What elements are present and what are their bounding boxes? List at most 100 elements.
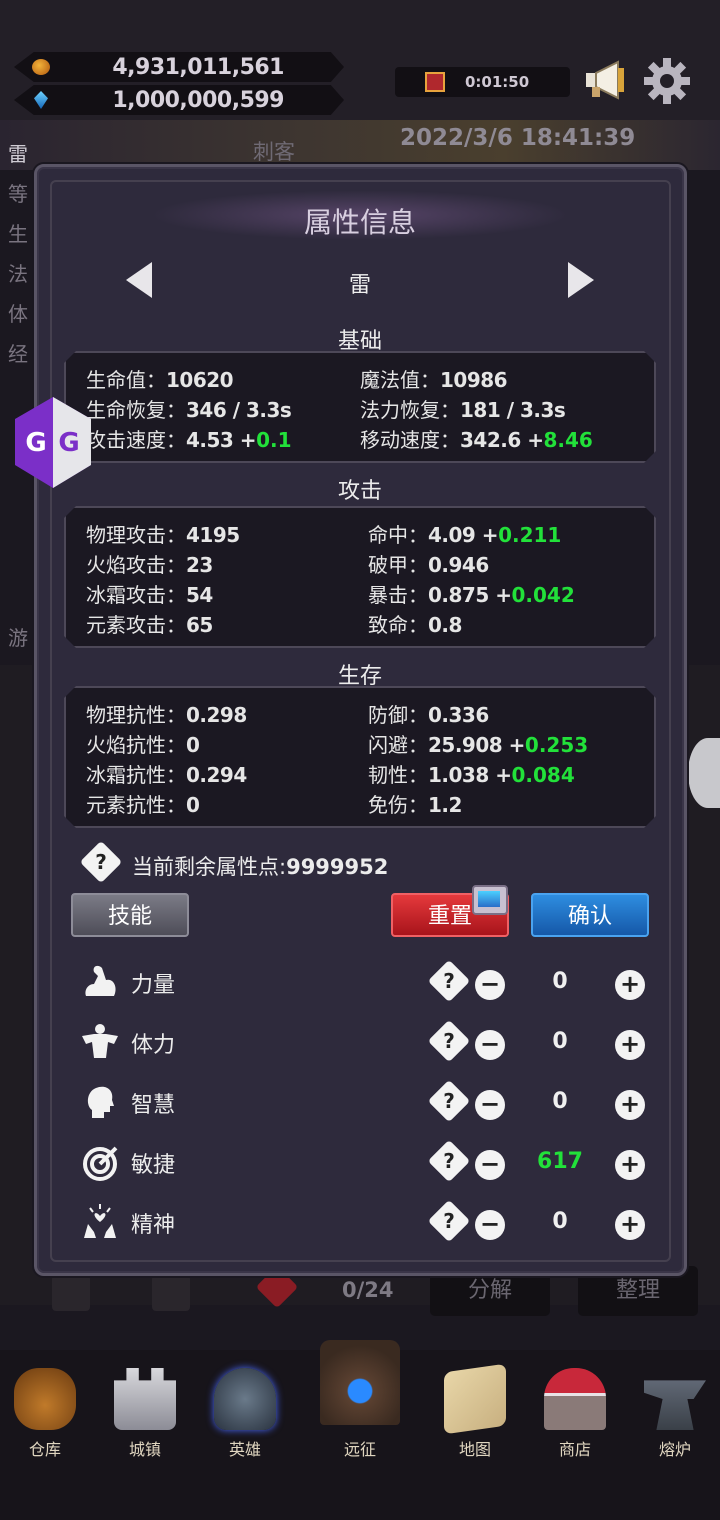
side-menu-handle[interactable] [688, 738, 720, 808]
attribute-value: 0 [552, 1029, 568, 1054]
next-hero-arrow-icon[interactable] [568, 262, 594, 298]
section-survival-title: 生存 [337, 664, 382, 689]
nav-label: 仓库 [28, 1440, 61, 1459]
decrease-button[interactable]: − [475, 1210, 505, 1240]
attribute-help-icon[interactable]: ? [427, 1139, 471, 1183]
gold-counter: 4,931,011,561 [14, 52, 344, 82]
nav-label: 熔炉 [658, 1440, 691, 1459]
attribute-value: 0 [552, 1209, 568, 1234]
confirm-button[interactable]: 确认 [531, 893, 649, 937]
nav-shop[interactable]: 商店 [530, 1368, 620, 1459]
stat-toughness: 韧性：1.038 +0.084 [368, 763, 575, 787]
stat-dodge: 闪避：25.908 +0.253 [368, 733, 589, 757]
increase-button[interactable]: + [615, 970, 645, 1000]
nav-forge[interactable]: 熔炉 [630, 1368, 720, 1459]
increase-button[interactable]: + [615, 1210, 645, 1240]
decrease-button[interactable]: − [475, 1090, 505, 1120]
section-attack-title: 攻击 [337, 479, 382, 504]
attribute-help-icon[interactable]: ? [427, 959, 471, 1003]
coin-icon [32, 59, 50, 75]
skill-button[interactable]: 技能 [71, 893, 189, 937]
stat-mp: 魔法值：10986 [360, 368, 508, 392]
stat-fire-attack: 火焰攻击：23 [86, 553, 213, 577]
svg-text:G: G [58, 428, 79, 458]
gold-amount: 4,931,011,561 [112, 55, 284, 80]
stat-crit: 暴击：0.875 +0.042 [368, 583, 575, 607]
stat-frost-attack: 冰霜攻击：54 [86, 583, 213, 607]
stat-mp-regen: 法力恢复：181 / 3.3s [360, 398, 566, 422]
stat-frost-resist: 冰霜抗性：0.294 [86, 763, 247, 787]
gg-overlay-icon[interactable]: G G [13, 395, 93, 490]
gem-counter: 1,000,000,599 [14, 85, 344, 115]
hero-class: 刺客 [253, 140, 295, 164]
attribute-row-agility: 敏捷 ? − 617 + [76, 1136, 656, 1186]
attribute-name: 体力 [131, 1033, 176, 1058]
attribute-row-stamina: 体力 ? − 0 + [76, 1016, 656, 1066]
bag-icon [14, 1368, 76, 1430]
decrease-button[interactable]: − [475, 1150, 505, 1180]
gift-icon [425, 72, 445, 92]
attribute-help-icon[interactable]: ? [427, 1199, 471, 1243]
increase-button[interactable]: + [615, 1090, 645, 1120]
stat-armor-pierce: 破甲：0.946 [368, 553, 489, 577]
nav-label: 远征 [343, 1440, 376, 1459]
attribute-name: 智慧 [131, 1093, 176, 1118]
attribute-name: 敏捷 [131, 1153, 176, 1178]
nav-hero[interactable]: 英雄 [200, 1368, 290, 1459]
inventory-slot[interactable] [152, 1275, 190, 1311]
stat-hit: 命中：4.09 +0.211 [368, 523, 562, 547]
gear-icon[interactable] [642, 56, 692, 106]
stat-attack-speed: 攻击速度：4.53 +0.1 [86, 428, 292, 452]
attribute-name: 精神 [131, 1213, 176, 1238]
stat-move-speed: 移动速度：342.6 +8.46 [360, 428, 593, 452]
remaining-points: 当前剩余属性点:9999952 [132, 855, 389, 879]
decrease-button[interactable]: − [475, 970, 505, 1000]
stat-damage-reduction: 免伤：1.2 [368, 793, 462, 817]
muscle-torso-icon [82, 1024, 118, 1058]
section-basic-title: 基础 [337, 329, 382, 354]
nav-town[interactable]: 城镇 [100, 1368, 190, 1459]
attribute-value: 0 [552, 1089, 568, 1114]
side-label: 雷 [8, 142, 28, 166]
nav-label: 地图 [458, 1440, 491, 1459]
nav-label: 商店 [558, 1440, 591, 1459]
target-icon [83, 1146, 118, 1181]
helmet-icon [214, 1368, 276, 1430]
inventory-slot[interactable] [52, 1275, 90, 1311]
stat-physical-resist: 物理抗性：0.298 [86, 703, 247, 727]
nav-warehouse[interactable]: 仓库 [0, 1368, 90, 1459]
nav-label: 城镇 [128, 1440, 161, 1459]
hero-name: 雷 [348, 273, 371, 298]
inventory-count: 0/24 [342, 1278, 394, 1302]
dialog-title: 属性信息 [303, 206, 416, 239]
stat-hp-regen: 生命恢复：346 / 3.3s [86, 398, 292, 422]
stat-fire-resist: 火焰抗性：0 [86, 733, 200, 757]
anvil-icon [644, 1380, 706, 1430]
spirit-icon [84, 1204, 116, 1238]
nav-label: 英雄 [228, 1440, 261, 1459]
tv-ad-icon [472, 885, 508, 915]
shop-icon [544, 1368, 606, 1430]
nav-expedition[interactable]: 远征 [315, 1340, 405, 1459]
datetime-display: 2022/3/6 18:41:39 [400, 125, 636, 151]
map-icon [444, 1363, 506, 1435]
attribute-help-icon[interactable]: ? [427, 1019, 471, 1063]
stat-hp: 生命值：10620 [86, 368, 234, 392]
side-label: 游 [8, 626, 28, 650]
attribute-value: 617 [537, 1149, 583, 1174]
decrease-button[interactable]: − [475, 1030, 505, 1060]
gem-icon [34, 91, 48, 109]
increase-button[interactable]: + [615, 1150, 645, 1180]
megaphone-icon[interactable] [584, 60, 628, 100]
portal-icon [320, 1340, 400, 1425]
increase-button[interactable]: + [615, 1030, 645, 1060]
stat-defense: 防御：0.336 [368, 703, 489, 727]
gift-timer[interactable]: 0:01:50 [395, 67, 570, 97]
head-icon [87, 1086, 114, 1118]
nav-map[interactable]: 地图 [430, 1363, 520, 1459]
attribute-help-icon[interactable]: ? [427, 1079, 471, 1123]
muscle-arm-icon [85, 965, 116, 996]
points-help-icon[interactable]: ? [79, 840, 123, 884]
gem-amount: 1,000,000,599 [112, 88, 284, 113]
castle-icon [114, 1368, 176, 1430]
